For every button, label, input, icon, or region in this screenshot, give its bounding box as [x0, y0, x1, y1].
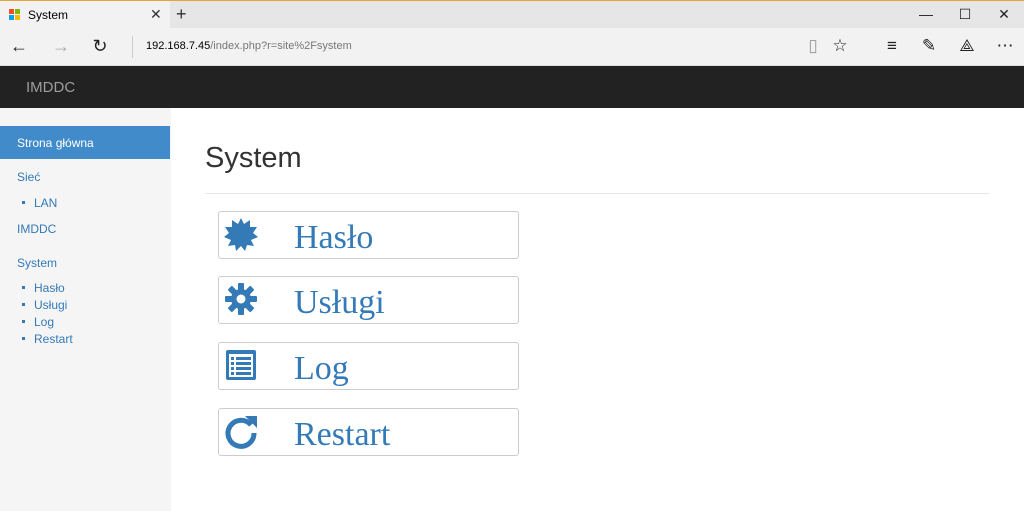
new-tab-icon[interactable]: + [176, 4, 187, 24]
brand-link[interactable]: IMDDC [26, 79, 75, 96]
sidebar-item-imddc[interactable]: IMDDC [0, 212, 170, 245]
log-button[interactable]: Log [218, 342, 519, 390]
haslo-button-label: Hasło [294, 219, 374, 256]
bullet-icon [22, 286, 25, 290]
address-separator [132, 36, 133, 58]
maximize-icon[interactable]: ☐ [955, 5, 975, 23]
restart-button-label: Restart [294, 416, 391, 453]
list-alt-icon [226, 350, 256, 380]
sidebar-item-home[interactable]: Strona główna [0, 126, 170, 159]
refresh-icon[interactable]: ↻ [88, 36, 112, 56]
gear-icon [225, 283, 257, 315]
restart-button[interactable]: Restart [218, 408, 519, 456]
reading-view-icon[interactable]: ▯ [802, 36, 824, 56]
haslo-button[interactable]: Hasło [218, 211, 519, 259]
uslugi-button-label: Usługi [294, 284, 385, 321]
sidebar-subitem-label: Log [34, 315, 55, 329]
uslugi-button[interactable]: Usługi [218, 276, 519, 324]
share-icon[interactable]: ⟁ [956, 36, 978, 56]
sidebar-item-network[interactable]: Sieć [0, 160, 170, 193]
bullet-icon [22, 303, 25, 307]
browser-tab-bar: System ✕ + — ☐ ✕ [0, 0, 1024, 29]
certificate-icon [224, 218, 258, 251]
more-icon[interactable]: ⋯ [994, 36, 1016, 56]
bullet-icon [22, 337, 25, 341]
sidebar-subitem-label: LAN [34, 196, 58, 210]
bullet-icon [22, 201, 25, 205]
address-path: /index.php?r=site%2Fsystem [210, 40, 352, 52]
bullet-icon [22, 320, 25, 324]
browser-tab[interactable]: System ✕ [0, 1, 170, 29]
web-note-icon[interactable]: ✎ [918, 36, 940, 56]
page-header: IMDDC [0, 66, 1024, 108]
sidebar: Strona główna Sieć LAN IMDDC System Hasł… [0, 108, 171, 511]
address-bar[interactable]: 192.168.7.45/index.php?r=site%2Fsystem [146, 40, 352, 52]
hub-icon[interactable]: ≡ [881, 36, 903, 56]
forward-icon[interactable]: → [49, 36, 73, 56]
address-host: 192.168.7.45 [146, 40, 211, 52]
sidebar-subitem-lan[interactable]: LAN [22, 196, 57, 210]
page-title: System [205, 142, 302, 174]
refresh-icon [225, 416, 257, 449]
sidebar-subitem-label: Usługi [34, 298, 68, 312]
sidebar-subitem-restart[interactable]: Restart [22, 332, 73, 346]
log-button-label: Log [294, 350, 349, 387]
sidebar-subitem-haslo[interactable]: Hasło [22, 281, 65, 295]
windows-logo-icon [9, 9, 20, 20]
sidebar-subitem-label: Restart [34, 332, 73, 346]
sidebar-subitem-uslugi[interactable]: Usługi [22, 298, 67, 312]
browser-nav-bar: ← → ↻ 192.168.7.45/index.php?r=site%2Fsy… [0, 28, 1024, 66]
close-tab-icon[interactable]: ✕ [150, 6, 162, 22]
minimize-icon[interactable]: — [916, 5, 936, 23]
back-icon[interactable]: ← [7, 36, 31, 56]
sidebar-subitem-label: Hasło [34, 281, 65, 295]
sidebar-item-system[interactable]: System [0, 246, 170, 279]
sidebar-subitem-log[interactable]: Log [22, 315, 54, 329]
window-close-icon[interactable]: ✕ [994, 5, 1014, 23]
favorite-star-icon[interactable]: ☆ [829, 36, 851, 56]
tab-title: System [28, 8, 69, 22]
title-divider [205, 193, 990, 194]
